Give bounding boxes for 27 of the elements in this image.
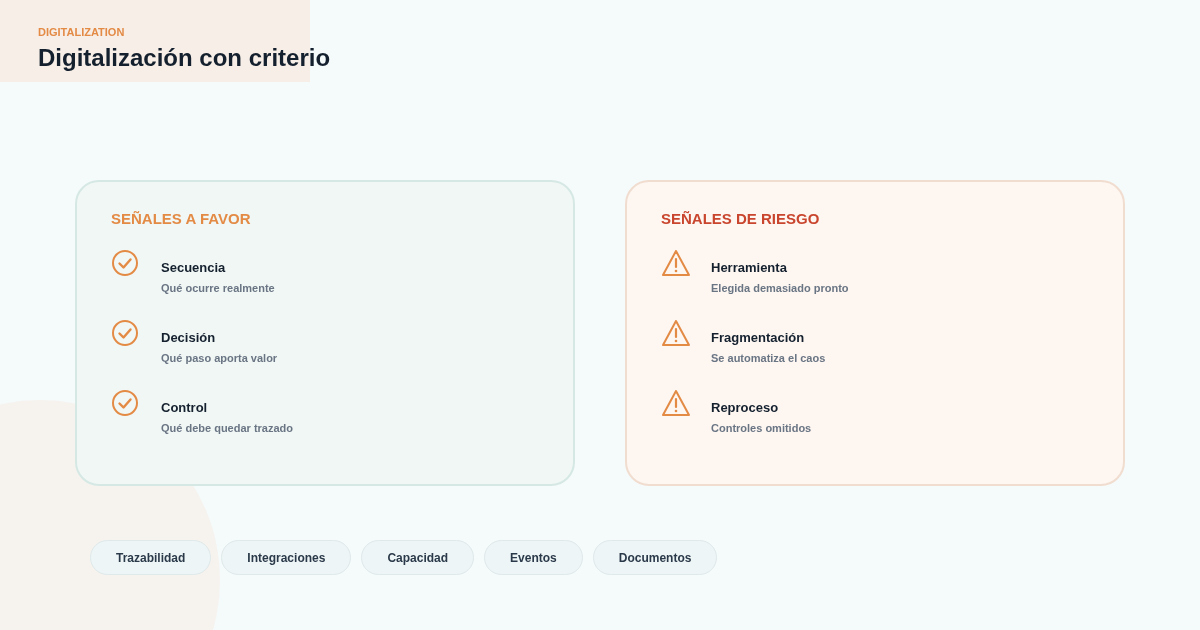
warning-icon [661,249,691,277]
item-title: Secuencia [161,260,227,275]
page-title: Digitalización con criterio [38,43,332,73]
check-circle-icon [111,319,141,347]
tag-chip[interactable]: Eventos [484,540,583,575]
item-subtitle: Elegida demasiado pronto [711,282,849,294]
item-subtitle: Se automatiza el caos [711,352,826,364]
item-title: Decisión [161,330,217,345]
check-circle-icon [111,389,141,417]
item-subtitle: Qué paso aporta valor [161,352,278,364]
check-circle-icon [111,249,141,277]
item-subtitle: Qué ocurre realmente [161,282,275,294]
item-title: Herramienta [711,260,788,275]
item-subtitle: Qué debe quedar trazado [161,422,294,434]
card-heading: SEÑALES DE RIESGO [661,210,821,227]
tag-chip[interactable]: Integraciones [221,540,352,575]
tag-chip[interactable]: Capacidad [361,540,475,575]
tag-chip[interactable]: Documentos [592,540,718,575]
warning-icon [661,319,691,347]
item-title: Control [161,400,209,415]
tag-chip[interactable]: Trazabilidad [90,540,212,575]
eyebrow-label: DIGITALIZATION [38,26,126,38]
warning-icon [661,389,691,417]
item-title: Reproceso [711,400,780,415]
item-subtitle: Controles omitidos [711,422,812,434]
card-heading: SEÑALES A FAVOR [111,210,252,227]
item-title: Fragmentación [711,330,806,345]
